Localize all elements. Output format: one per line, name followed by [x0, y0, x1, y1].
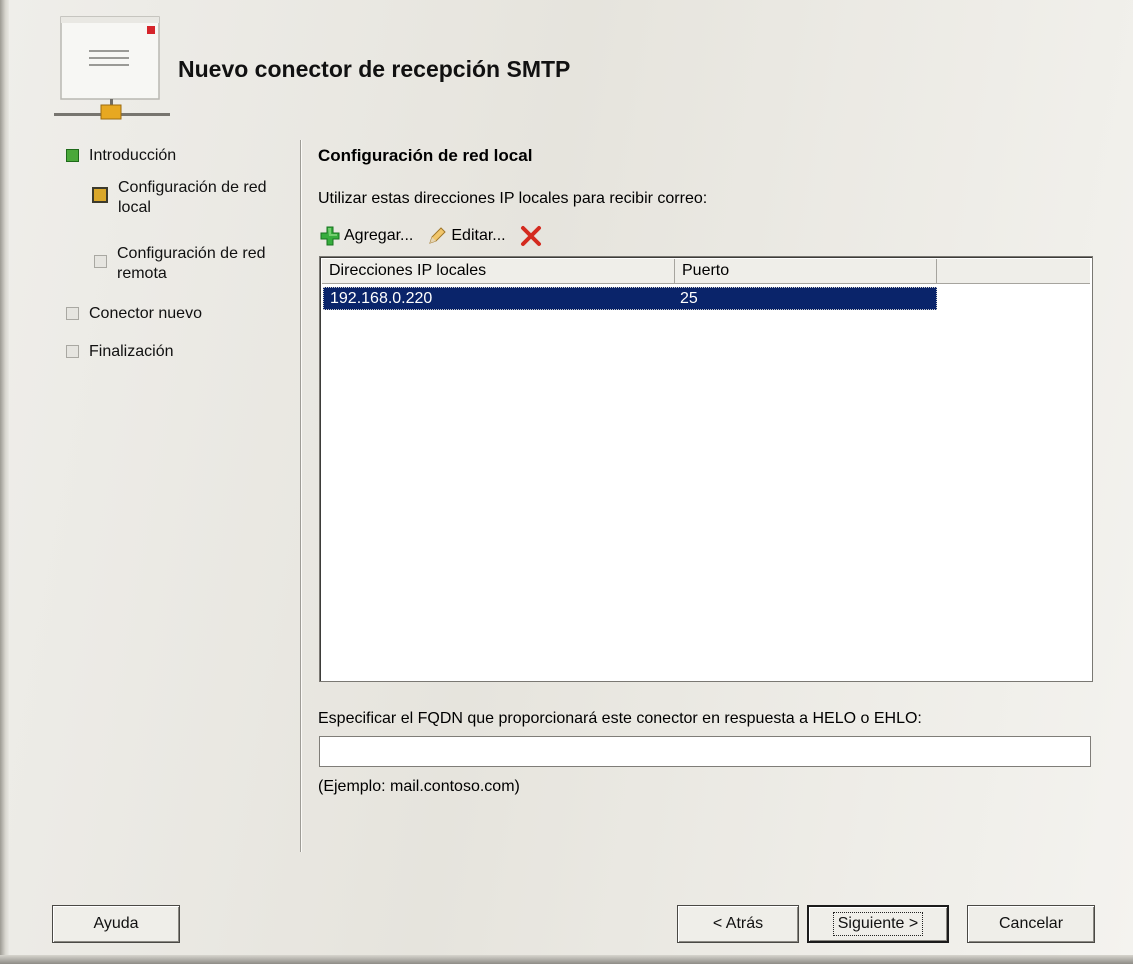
sidebar-item-label: Finalización — [89, 343, 174, 360]
panel-divider — [300, 140, 301, 852]
help-button[interactable]: Ayuda — [52, 905, 180, 943]
fqdn-input[interactable] — [319, 736, 1091, 767]
list-header: Direcciones IP locales Puerto — [322, 259, 1090, 284]
wizard-title: Nuevo conector de recepción SMTP — [178, 56, 571, 82]
delete-button[interactable] — [520, 225, 542, 247]
window-left-border — [0, 0, 9, 964]
column-header-puerto[interactable]: Puerto — [675, 259, 937, 283]
table-row[interactable]: 192.168.0.220 25 — [323, 287, 937, 310]
sidebar-item-label: Introducción — [89, 147, 177, 164]
sidebar-item-configuracion-red-local: Configuración de red local — [92, 178, 268, 218]
back-button[interactable]: < Atrás — [677, 905, 799, 943]
pending-step-icon — [66, 345, 79, 358]
ip-cell: 192.168.0.220 — [330, 290, 433, 307]
smtp-connector-icon — [54, 16, 170, 120]
pending-step-icon — [66, 307, 79, 320]
add-button-label: Agregar... — [344, 227, 414, 244]
cancel-button[interactable]: Cancelar — [967, 905, 1095, 943]
ip-list-description: Utilizar estas direcciones IP locales pa… — [318, 190, 708, 207]
sidebar-item-label: Conector nuevo — [89, 305, 202, 322]
sidebar-item-introduccion: Introducción — [66, 146, 176, 166]
ip-toolbar: Agregar... Editar... — [320, 222, 542, 250]
section-title: Configuración de red local — [318, 146, 533, 165]
port-cell: 25 — [680, 290, 698, 307]
sidebar-item-conector-nuevo: Conector nuevo — [66, 304, 202, 324]
column-header-ip[interactable]: Direcciones IP locales — [322, 259, 675, 283]
add-button[interactable]: Agregar... — [320, 226, 413, 246]
sidebar-item-label: Configuración de red remota — [117, 245, 266, 282]
edit-button[interactable]: Editar... — [427, 226, 506, 246]
sidebar-item-finalizacion: Finalización — [66, 342, 173, 362]
pending-step-icon — [94, 255, 107, 268]
current-step-icon — [92, 187, 108, 203]
completed-step-icon — [66, 149, 79, 162]
fqdn-example-hint: (Ejemplo: mail.contoso.com) — [318, 778, 520, 795]
window-bottom-border — [0, 955, 1133, 964]
pencil-icon — [429, 227, 447, 244]
next-button[interactable]: Siguiente > — [807, 905, 949, 943]
plus-icon — [320, 226, 340, 246]
fqdn-label: Especificar el FQDN que proporcionará es… — [318, 710, 922, 727]
edit-button-label: Editar... — [451, 227, 506, 244]
next-button-label: Siguiente > — [832, 912, 924, 936]
delete-x-icon — [520, 226, 541, 246]
sidebar-item-label: Configuración de red local — [118, 179, 267, 216]
sidebar-item-configuracion-red-remota: Configuración de red remota — [94, 244, 267, 284]
ip-address-list[interactable]: Direcciones IP locales Puerto 192.168.0.… — [319, 256, 1093, 682]
